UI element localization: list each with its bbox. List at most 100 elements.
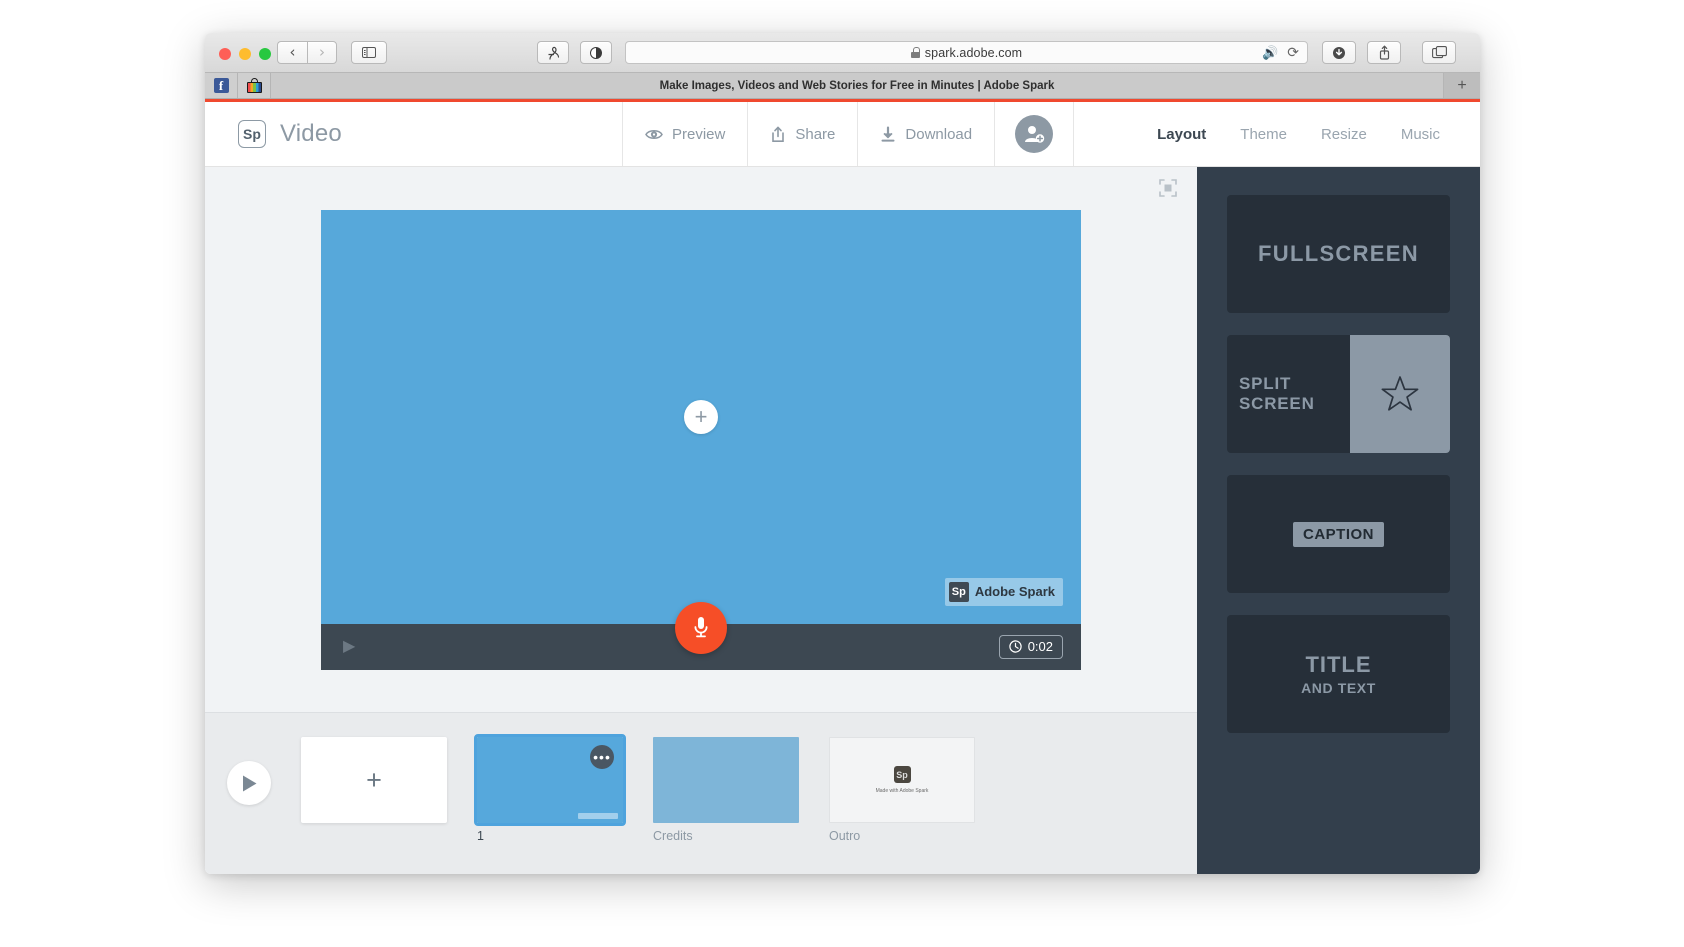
lock-icon [910, 47, 920, 58]
slide-thumbnail[interactable]: Sp Made with Adobe Spark [829, 737, 975, 823]
privacy-report-button[interactable] [580, 41, 612, 64]
tab-title: Make Images, Videos and Web Stories for … [659, 79, 1055, 92]
layout-label: SPLIT SCREEN [1239, 374, 1315, 413]
slide-thumbnail[interactable]: ••• [474, 734, 626, 826]
page-title: Video [280, 120, 342, 147]
split-left-half: SPLIT SCREEN [1227, 335, 1350, 453]
brand[interactable]: Sp Video [205, 102, 623, 166]
add-media-button[interactable]: + [684, 399, 718, 434]
sidebar-toggle-button[interactable] [351, 41, 387, 64]
eye-icon [645, 129, 663, 139]
play-button[interactable]: ▶ [343, 638, 355, 655]
browser-toolbar: ‹ › spark.adobe.com 🔊 ⟳ [205, 33, 1480, 73]
spark-logo-icon: Sp [948, 581, 969, 602]
slide-label: Credits [653, 829, 693, 843]
layout-panel: FULLSCREEN SPLIT SCREEN CAPTION TITLE AN… [1197, 167, 1480, 874]
invite-collaborator-button[interactable] [995, 102, 1075, 166]
chevron-left-icon: ‹ [289, 43, 296, 61]
new-tab-button[interactable]: + [1444, 73, 1480, 98]
record-voice-button[interactable] [675, 601, 727, 654]
layout-option-fullscreen[interactable]: FULLSCREEN [1227, 195, 1450, 313]
browser-window: ‹ › spark.adobe.com 🔊 ⟳ f Make Images, V… [205, 33, 1480, 874]
share-icon [772, 126, 785, 142]
duration-text: 0:02 [1027, 639, 1053, 654]
play-icon [242, 775, 256, 791]
add-slide-button[interactable]: + [301, 737, 447, 823]
download-label: Download [905, 125, 973, 143]
window-controls [219, 48, 271, 60]
layout-label: CAPTION [1293, 521, 1384, 547]
reload-icon[interactable]: ⟳ [1287, 44, 1299, 61]
split-right-half [1349, 335, 1450, 453]
preview-label: Preview [672, 125, 726, 143]
preview-button[interactable]: Preview [623, 102, 749, 166]
shopping-bag-icon [246, 78, 262, 93]
facebook-icon: f [213, 78, 229, 93]
add-person-icon [1025, 126, 1045, 143]
layout-option-title-and-text[interactable]: TITLE AND TEXT [1227, 615, 1450, 733]
close-window-button[interactable] [219, 48, 231, 60]
download-icon [881, 126, 895, 142]
url-text: spark.adobe.com [924, 45, 1023, 60]
bookmark-facebook[interactable]: f [205, 73, 238, 98]
share-button[interactable] [1367, 41, 1401, 64]
slide-cell-outro: Sp Made with Adobe Spark Outro [829, 737, 975, 843]
video-canvas[interactable]: + Sp Adobe Spark [321, 209, 1081, 624]
plus-icon: + [1457, 76, 1467, 94]
forward-button[interactable]: › [307, 41, 337, 64]
layout-label: FULLSCREEN [1258, 241, 1419, 266]
maximize-window-button[interactable] [259, 48, 271, 60]
speaker-icon[interactable]: 🔊 [1262, 45, 1278, 61]
layout-sublabel: AND TEXT [1301, 680, 1376, 696]
plus-icon: + [366, 764, 382, 795]
video-player: + Sp Adobe Spark ▶ 0:02 [321, 209, 1081, 670]
slide-cell-1: ••• 1 [474, 734, 626, 843]
minimize-window-button[interactable] [239, 48, 251, 60]
app-body: + Sp Adobe Spark ▶ 0:02 + ••• 1 Credits … [205, 167, 1480, 874]
layout-option-caption[interactable]: CAPTION [1227, 475, 1450, 593]
add-slide-cell: + [301, 737, 447, 823]
chevron-right-icon: › [319, 43, 325, 61]
browser-tab-active[interactable]: Make Images, Videos and Web Stories for … [271, 73, 1444, 98]
back-button[interactable]: ‹ [277, 41, 307, 64]
bookmark-app-store[interactable] [238, 73, 271, 98]
reader-view-button[interactable] [537, 41, 569, 64]
outro-caption: Made with Adobe Spark [875, 788, 929, 794]
address-bar-actions: 🔊 ⟳ [1262, 44, 1299, 61]
address-bar[interactable]: spark.adobe.com 🔊 ⟳ [625, 41, 1308, 64]
timeline-play-button[interactable] [227, 761, 271, 805]
spark-logo-icon: Sp [893, 766, 911, 783]
slide-label: Outro [829, 829, 861, 843]
tabs-icon [1431, 46, 1447, 59]
download-button[interactable]: Download [858, 102, 996, 166]
star-icon [1381, 376, 1419, 411]
watermark: Sp Adobe Spark [944, 577, 1063, 606]
sidebar-icon [362, 47, 376, 58]
fullscreen-icon[interactable] [1159, 179, 1177, 197]
slide-label: 1 [477, 829, 484, 843]
share-button[interactable]: Share [748, 102, 859, 166]
tab-layout[interactable]: Layout [1157, 126, 1206, 143]
slide-menu-button[interactable]: ••• [590, 745, 614, 769]
app-menu: Layout Theme Resize Music [1157, 102, 1480, 166]
spark-logo-icon: Sp [238, 120, 266, 148]
slide-thumbnail[interactable] [653, 737, 799, 823]
editor-area: + Sp Adobe Spark ▶ 0:02 + ••• 1 Credits … [205, 167, 1197, 874]
tab-music[interactable]: Music [1401, 126, 1440, 143]
watermark-label: Adobe Spark [974, 584, 1055, 599]
downloads-button[interactable] [1322, 41, 1356, 64]
stage: + Sp Adobe Spark ▶ 0:02 [205, 167, 1197, 712]
show-tabs-button[interactable] [1422, 41, 1456, 64]
tab-theme[interactable]: Theme [1240, 126, 1287, 143]
layout-option-split-screen[interactable]: SPLIT SCREEN [1227, 335, 1450, 453]
slide-cell-credits: Credits [653, 737, 799, 843]
layout-label: TITLE [1305, 652, 1372, 677]
tab-resize[interactable]: Resize [1321, 126, 1367, 143]
duration-badge[interactable]: 0:02 [998, 634, 1063, 659]
share-label: Share [795, 125, 836, 143]
slide-watermark [578, 813, 618, 819]
clock-icon [1008, 640, 1022, 653]
share-icon [1379, 45, 1389, 60]
app-header: Sp Video Preview Share Download Layout T… [205, 102, 1480, 167]
plus-icon: + [694, 403, 708, 429]
